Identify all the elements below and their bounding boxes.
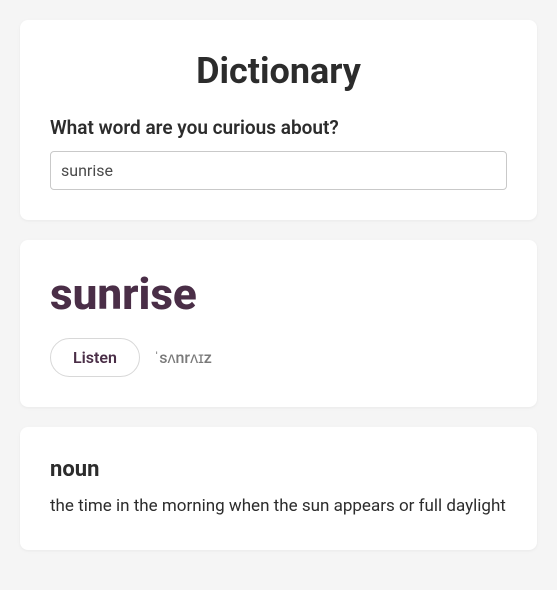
- listen-button[interactable]: Listen: [50, 338, 140, 377]
- search-card: Dictionary What word are you curious abo…: [20, 20, 537, 220]
- search-prompt: What word are you curious about?: [50, 116, 507, 139]
- definition-text: the time in the morning when the sun app…: [50, 494, 507, 520]
- word-heading: sunrise: [50, 270, 507, 318]
- page-title: Dictionary: [50, 50, 507, 92]
- search-input[interactable]: [50, 151, 507, 190]
- part-of-speech: noun: [50, 457, 507, 482]
- pronunciation-row: Listen ˈsʌnrʌɪz: [50, 338, 507, 377]
- ipa-text: ˈsʌnrʌɪz: [154, 348, 212, 368]
- word-card: sunrise Listen ˈsʌnrʌɪz: [20, 240, 537, 407]
- definition-card: noun the time in the morning when the su…: [20, 427, 537, 550]
